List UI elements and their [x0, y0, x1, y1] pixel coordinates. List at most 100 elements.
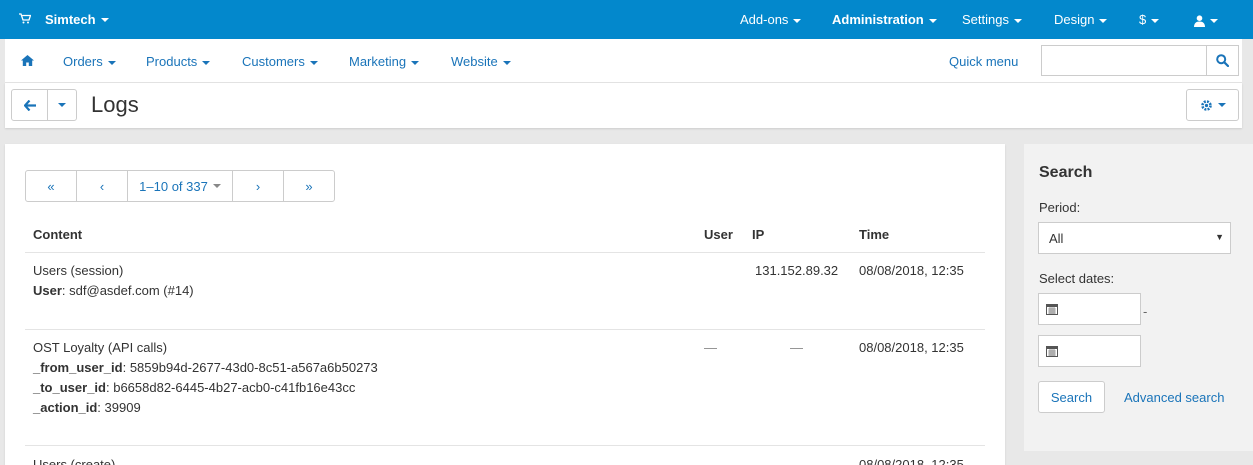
divider — [25, 329, 985, 330]
nav-customers[interactable]: Customers — [242, 54, 318, 69]
search-submit-button[interactable]: Search — [1038, 381, 1105, 413]
search-icon — [1216, 54, 1229, 67]
nav-currency[interactable]: $ — [1139, 12, 1160, 27]
field-key: User — [33, 283, 62, 298]
chevron-down-icon — [107, 60, 116, 65]
chevron-down-icon — [202, 60, 211, 65]
period-select[interactable]: All ▼ — [1038, 222, 1231, 254]
home-icon[interactable] — [21, 54, 34, 69]
gear-icon — [1200, 99, 1212, 111]
date-separator: - — [1143, 304, 1148, 319]
quick-menu-link[interactable]: Quick menu — [949, 54, 1018, 69]
row-field: User: sdf@asdef.com (#14) — [33, 283, 194, 298]
header-content: Content — [33, 227, 83, 242]
page-header: Logs — [5, 83, 1242, 128]
page-range-dropdown[interactable]: 1–10 of 337 — [128, 171, 233, 201]
period-value: All — [1049, 231, 1064, 246]
row-ip: 131.152.89.32 — [755, 263, 839, 278]
chevron-down-icon — [1210, 18, 1218, 23]
row-time: 08/08/2018, 12:35 — [859, 263, 964, 278]
nav-orders[interactable]: Orders — [63, 54, 116, 69]
last-page-button[interactable]: » — [284, 171, 334, 201]
chevron-down-icon — [309, 60, 318, 65]
chevron-down-icon — [58, 103, 66, 107]
back-button[interactable] — [11, 89, 48, 121]
table-row: Users (session) User: sdf@asdef.com (#14… — [33, 261, 194, 301]
dropdown-arrow-icon: ▼ — [1215, 232, 1224, 242]
chevron-down-icon — [411, 60, 420, 65]
row-user: — — [704, 340, 717, 355]
header-time: Time — [859, 227, 890, 242]
chevron-down-icon — [100, 17, 109, 22]
sidebar-title: Search — [1039, 164, 1093, 181]
row-time: 08/08/2018, 12:35 — [859, 340, 964, 355]
chevron-down-icon — [212, 184, 221, 188]
chevron-down-icon — [1013, 18, 1022, 23]
history-dropdown-button[interactable] — [47, 89, 77, 121]
divider — [25, 445, 985, 446]
chevron-down-icon — [1217, 103, 1226, 107]
nav-design[interactable]: Design — [1054, 12, 1108, 27]
divider — [25, 252, 985, 253]
dates-label: Select dates: — [1039, 271, 1115, 286]
page-range-label: 1–10 of 337 — [139, 178, 208, 194]
brand-label: Simtech — [45, 12, 96, 27]
search-input[interactable] — [1041, 45, 1206, 76]
arrow-left-icon — [23, 99, 36, 111]
date-from-field[interactable] — [1038, 293, 1141, 325]
row-ip: — — [790, 340, 803, 355]
user-icon — [1194, 14, 1205, 27]
settings-menu-button[interactable] — [1186, 89, 1239, 121]
chevron-down-icon — [793, 18, 802, 23]
field-value: sdf@asdef.com (#14) — [65, 283, 194, 298]
advanced-search-link[interactable]: Advanced search — [1124, 390, 1224, 405]
nav-administration[interactable]: Administration — [832, 12, 937, 27]
user-menu[interactable] — [1194, 12, 1218, 27]
page-title: Logs — [91, 92, 139, 117]
calendar-icon — [1046, 346, 1058, 357]
next-page-button[interactable]: › — [233, 171, 284, 201]
header-ip: IP — [752, 227, 765, 242]
nav-label: Add-ons — [740, 12, 789, 27]
search-sidebar: Search Period: All ▼ Select dates: - Sea… — [1024, 144, 1253, 451]
nav-label: Administration — [832, 12, 924, 27]
row-title: OST Loyalty (API calls) — [33, 340, 168, 355]
nav-settings[interactable]: Settings — [962, 12, 1022, 27]
period-label: Period: — [1039, 200, 1081, 215]
row-title: Users (create) — [33, 457, 116, 465]
nav-marketing[interactable]: Marketing — [349, 54, 420, 69]
chevron-down-icon — [928, 18, 937, 23]
field-value: : 39909 — [97, 400, 141, 415]
nav-addons[interactable]: Add-ons — [740, 12, 802, 27]
nav-label: Design — [1054, 12, 1095, 27]
table-row: Users (create) — [33, 455, 115, 465]
pagination: « ‹ 1–10 of 337 › » — [25, 170, 335, 202]
nav-website[interactable]: Website — [451, 54, 511, 69]
field-key: _action_id — [33, 400, 98, 415]
row-time: 08/08/2018, 12:35 — [859, 457, 964, 465]
row-field: _to_user_id: b6658d82-6445-4b27-acb0-c41… — [33, 378, 378, 398]
top-bar: Simtech Add-ons Administration Settings … — [0, 0, 1253, 39]
nav-label: Marketing — [349, 54, 407, 69]
row-field: _action_id: 39909 — [33, 398, 378, 418]
row-field: _from_user_id: 5859b94d-2677-43d0-8c51-a… — [33, 358, 378, 378]
nav-products[interactable]: Products — [146, 54, 211, 69]
prev-page-button[interactable]: ‹ — [77, 171, 128, 201]
field-value: : 5859b94d-2677-43d0-8c51-a567a6b50273 — [122, 360, 378, 375]
nav-label: Products — [146, 54, 198, 69]
table-row: OST Loyalty (API calls) _from_user_id: 5… — [33, 338, 378, 418]
date-to-field[interactable] — [1038, 335, 1141, 367]
logs-panel: « ‹ 1–10 of 337 › » Content User IP Time… — [5, 144, 1005, 465]
nav-label: Customers — [242, 54, 305, 69]
row-title: Users (session) — [33, 263, 124, 278]
nav-label: Website — [451, 54, 498, 69]
search-button[interactable] — [1206, 45, 1239, 76]
calendar-icon — [1046, 304, 1058, 315]
chevron-down-icon — [1099, 18, 1108, 23]
field-key: _to_user_id — [33, 380, 106, 395]
first-page-button[interactable]: « — [26, 171, 77, 201]
nav-label: Settings — [962, 12, 1009, 27]
brand-menu[interactable]: Simtech — [19, 12, 109, 27]
cart-icon — [19, 12, 32, 27]
field-value: : b6658d82-6445-4b27-acb0-c41fb16e43cc — [105, 380, 356, 395]
